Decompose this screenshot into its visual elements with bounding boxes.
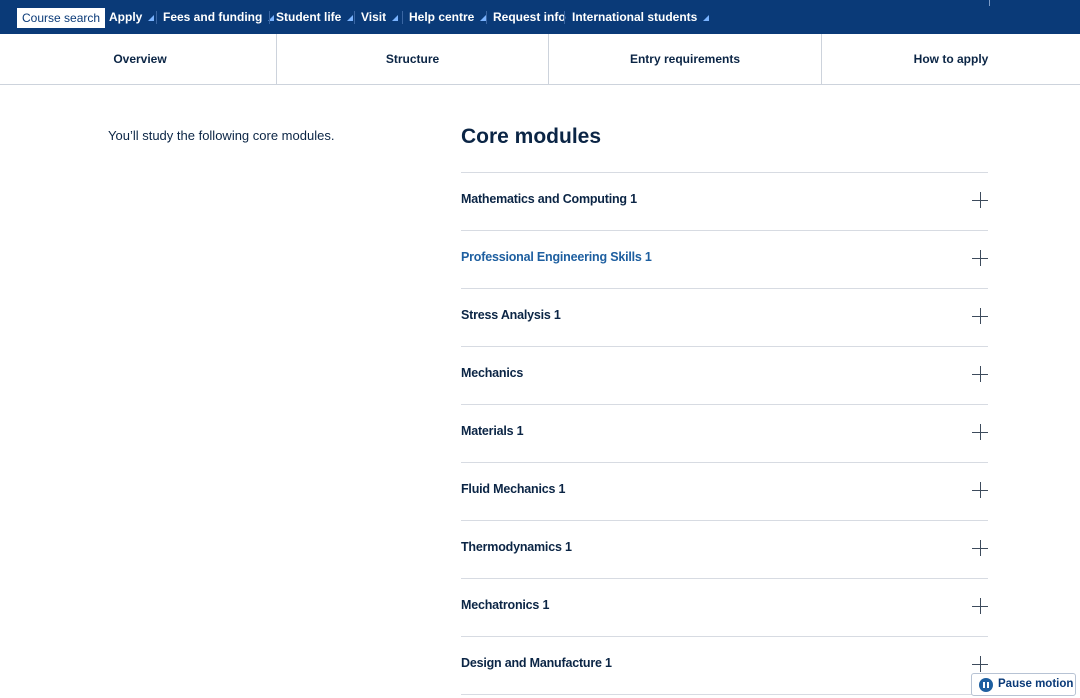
module-accordion-item[interactable]: Professional Engineering Skills 1 (461, 230, 988, 288)
module-accordion-item[interactable]: Fluid Mechanics 1 (461, 462, 988, 520)
plus-icon[interactable] (972, 192, 988, 208)
pause-icon (979, 678, 993, 692)
accordion-bottom-divider (461, 694, 988, 695)
nav-separator (354, 11, 355, 24)
module-accordion-item[interactable]: Mechanics (461, 346, 988, 404)
module-accordion-item[interactable]: Stress Analysis 1 (461, 288, 988, 346)
nav-separator (156, 11, 157, 24)
module-accordion-item[interactable]: Materials 1 (461, 404, 988, 462)
tab-structure[interactable]: Structure (277, 34, 548, 84)
module-title: Mechatronics 1 (461, 598, 550, 612)
nav-apply[interactable]: Apply (109, 0, 155, 34)
plus-icon[interactable] (972, 366, 988, 382)
nav-course-search[interactable]: Course search (17, 8, 106, 28)
module-title: Fluid Mechanics 1 (461, 482, 566, 496)
tab-overview[interactable]: Overview (4, 34, 276, 84)
nav-label: Apply (109, 10, 143, 24)
module-title: Stress Analysis 1 (461, 308, 561, 322)
module-title: Mathematics and Computing 1 (461, 192, 637, 206)
tab-entry-requirements[interactable]: Entry requirements (549, 34, 821, 84)
plus-icon[interactable] (972, 598, 988, 614)
intro-text: You’ll study the following core modules. (108, 128, 335, 143)
module-accordion-item[interactable]: Design and Manufacture 1 (461, 636, 988, 694)
plus-icon[interactable] (972, 308, 988, 324)
tab-how-to-apply[interactable]: How to apply (822, 34, 1080, 84)
plus-icon[interactable] (972, 424, 988, 440)
module-accordion-item[interactable]: Mathematics and Computing 1 (461, 172, 988, 230)
nav-international-students[interactable]: International students (572, 0, 710, 34)
nav-help-centre[interactable]: Help centre (409, 0, 487, 34)
triangle-down-right-icon (347, 15, 354, 21)
core-modules-accordion: Mathematics and Computing 1 Professional… (461, 172, 988, 695)
triangle-down-right-icon (148, 15, 155, 21)
nav-separator (989, 0, 990, 6)
triangle-down-right-icon (392, 15, 399, 21)
module-title: Mechanics (461, 366, 524, 380)
nav-label: Help centre (409, 10, 475, 24)
nav-fees-and-funding[interactable]: Fees and funding (163, 0, 275, 34)
plus-icon[interactable] (972, 482, 988, 498)
plus-icon[interactable] (972, 250, 988, 266)
module-title: Professional Engineering Skills 1 (461, 250, 652, 264)
pause-motion-button[interactable]: Pause motion (971, 673, 1076, 696)
nav-separator (402, 11, 403, 24)
nav-label: Visit (361, 10, 387, 24)
section-tabs: Overview Structure Entry requirements Ho… (0, 34, 1080, 85)
module-title: Thermodynamics 1 (461, 540, 572, 554)
pause-motion-label: Pause motion (998, 678, 1074, 690)
nav-separator (269, 11, 270, 24)
module-title: Design and Manufacture 1 (461, 656, 612, 670)
nav-label: International students (572, 10, 698, 24)
nav-student-life[interactable]: Student life (276, 0, 354, 34)
nav-visit[interactable]: Visit (361, 0, 399, 34)
module-accordion-item[interactable]: Thermodynamics 1 (461, 520, 988, 578)
nav-separator (564, 11, 565, 24)
nav-label: Request info (493, 10, 566, 24)
plus-icon[interactable] (972, 540, 988, 556)
plus-icon[interactable] (972, 656, 988, 672)
triangle-down-right-icon (703, 15, 710, 21)
nav-label: Fees and funding (163, 10, 263, 24)
nav-label: Student life (276, 10, 342, 24)
nav-request-info[interactable]: Request info (493, 0, 566, 34)
top-navigation-bar: Course search Apply Fees and funding Stu… (0, 0, 1080, 34)
nav-separator (486, 11, 487, 24)
core-modules-heading: Core modules (461, 125, 602, 148)
module-title: Materials 1 (461, 424, 524, 438)
module-accordion-item[interactable]: Mechatronics 1 (461, 578, 988, 636)
